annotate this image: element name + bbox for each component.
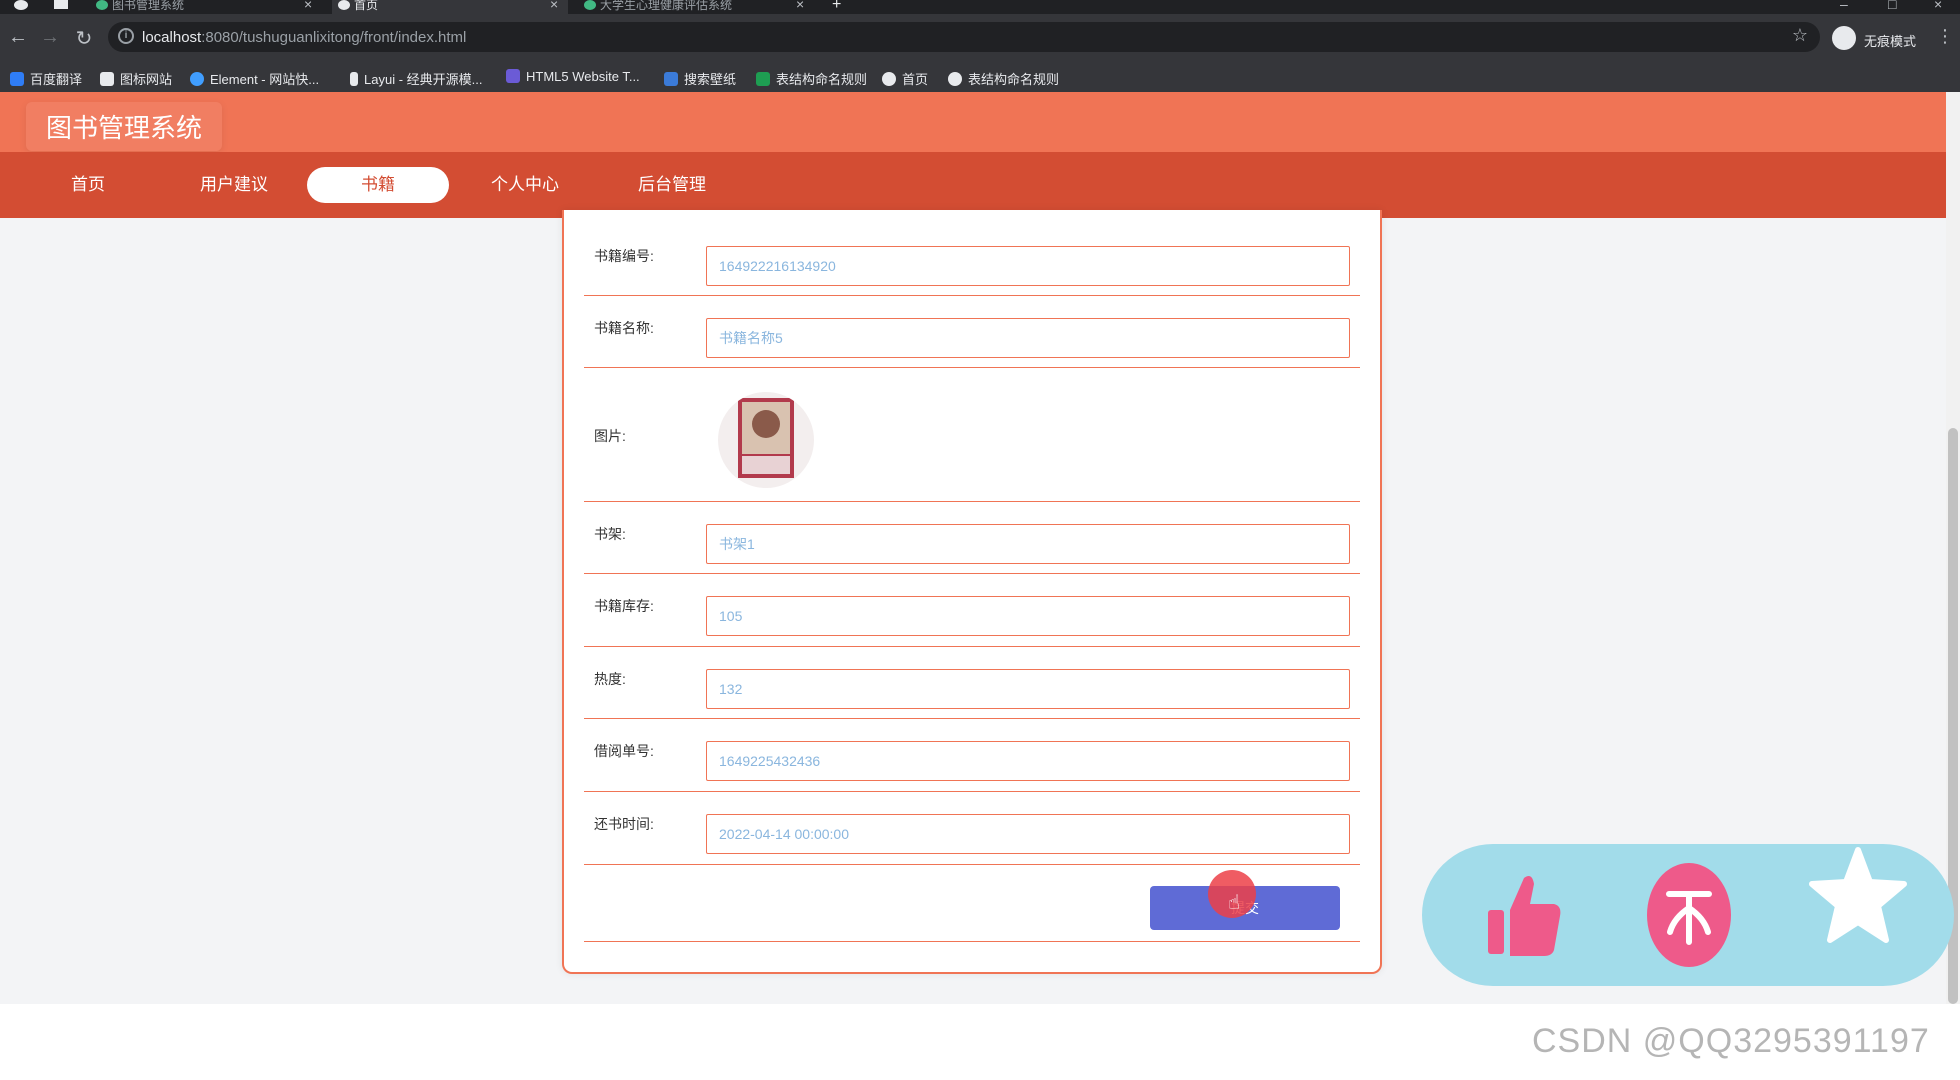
vue-icon [96,0,108,10]
book-cover-icon [738,398,794,478]
form-row-book-id: 书籍编号: [584,210,1360,296]
form-row-borrow-id: 借阅单号: [584,719,1360,792]
vue-icon [584,0,596,10]
field-label: 书架: [594,526,626,542]
borrow-id-input[interactable] [706,741,1350,781]
tab-book-system[interactable]: 图书管理系统 × [90,0,322,14]
site-title: 图书管理系统 [26,102,223,151]
watermark: CSDN @QQ3295391197 [1532,1022,1930,1060]
incognito-label[interactable]: 无痕模式 [1864,31,1916,50]
bookmark-item[interactable]: HTML5 Website T... [506,69,640,87]
book-id-input[interactable] [706,246,1350,286]
bookmark-item[interactable]: 表结构命名规则 [756,69,867,87]
address-bar[interactable]: i localhost:8080/tushuguanlixitong/front… [108,22,1820,52]
bookmark-item[interactable]: Layui - 经典开源模... [350,69,482,87]
form-row-image: 图片: [584,368,1360,502]
hand-cursor-icon: ☝ [1228,892,1241,914]
window-close-icon[interactable]: × [1934,0,1942,12]
star-icon[interactable] [1806,844,1910,948]
book-cover-image[interactable] [718,392,814,488]
form-row-book-name: 书籍名称: [584,296,1360,368]
nav-admin[interactable]: 后台管理 [601,167,743,203]
collect-icon[interactable] [1644,860,1734,970]
stock-input[interactable] [706,596,1350,636]
nav-suggestions[interactable]: 用户建议 [163,167,305,203]
flag-icon [100,72,114,86]
field-label: 图片: [594,428,626,444]
field-label: 热度: [594,671,626,687]
bookmark-item[interactable]: 搜索壁纸 [664,69,736,87]
field-label: 书籍编号: [594,248,654,264]
close-icon[interactable]: × [304,0,312,11]
field-label: 借阅单号: [594,743,654,759]
form-row-popularity: 热度: [584,647,1360,719]
nav-personal-center[interactable]: 个人中心 [454,167,596,203]
site-header: 图书管理系统 [0,92,1946,152]
minimize-icon[interactable]: – [1840,0,1848,12]
popularity-input[interactable] [706,669,1350,709]
layui-icon [350,72,358,86]
translate-icon [10,72,24,86]
book-name-input[interactable] [706,318,1350,358]
tab-home[interactable]: 首页 × [332,0,568,14]
back-icon[interactable]: ← [6,26,30,49]
close-icon[interactable]: × [550,0,558,11]
return-time-input[interactable] [706,814,1350,854]
bookmark-star-icon[interactable]: ☆ [1792,25,1808,46]
sheet-icon [756,72,770,86]
restore-icon[interactable]: □ [1888,0,1896,12]
nav-books[interactable]: 书籍 [307,167,449,203]
shelf-input[interactable] [706,524,1350,564]
close-icon[interactable]: × [796,0,804,11]
info-icon[interactable]: i [118,28,134,44]
site-nav: 首页 用户建议 书籍 个人中心 后台管理 [0,152,1946,218]
floating-action-bar [1422,844,1954,986]
browser-tab-strip: 图书管理系统 × 首页 × 大学生心理健康评估系统 × + – □ × [0,0,1960,14]
form-row-shelf: 书架: [584,502,1360,574]
bookmark-item[interactable]: 首页 [882,69,928,87]
url-text[interactable]: localhost:8080/tushuguanlixitong/front/i… [142,29,466,46]
thumbs-up-icon[interactable] [1482,870,1566,960]
form-row-return-time: 还书时间: [584,792,1360,865]
field-label: 书籍名称: [594,320,654,336]
browser-menu-icon[interactable] [14,0,28,10]
wallpaper-icon [664,72,678,86]
globe-icon [882,72,896,86]
bookmark-item[interactable]: 表结构命名规则 [948,69,1059,87]
nav-home[interactable]: 首页 [17,167,159,203]
field-label: 还书时间: [594,816,654,832]
incognito-icon[interactable] [1832,26,1856,50]
bookmarks-bar: 百度翻译 图标网站 Element - 网站快... Layui - 经典开源模… [0,64,1960,92]
bookmark-item[interactable]: Element - 网站快... [190,69,319,87]
tab-psych-system[interactable]: 大学生心理健康评估系统 × [578,0,814,14]
forward-icon[interactable]: → [38,26,62,49]
browser-toolbar: ← → ↻ i localhost:8080/tushuguanlixitong… [0,14,1960,64]
tab-search-icon[interactable] [54,0,68,9]
bookmark-item[interactable]: 百度翻译 [10,69,82,87]
globe-icon [948,72,962,86]
html5-icon [506,69,520,83]
new-tab-button[interactable]: + [832,0,841,14]
field-label: 书籍库存: [594,598,654,614]
book-detail-form: 书籍编号: 书籍名称: 图片: 书架: 书籍库存: 热度: 借阅单号: 还书时间 [562,210,1382,974]
reload-icon[interactable]: ↻ [72,26,96,51]
browser-menu-kebab-icon[interactable]: ⋮ [1936,26,1954,47]
globe-icon [338,0,350,10]
bookmark-item[interactable]: 图标网站 [100,69,172,87]
element-icon [190,72,204,86]
form-row-stock: 书籍库存: [584,574,1360,647]
